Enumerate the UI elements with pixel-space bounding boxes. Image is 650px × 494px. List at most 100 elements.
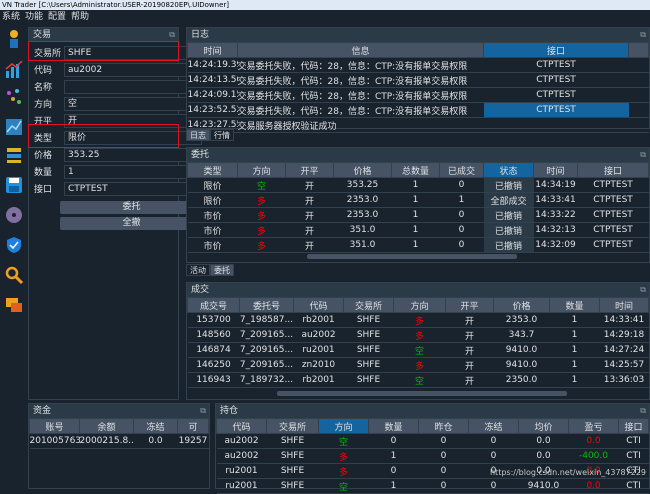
table-row[interactable]: au2002 SHFE 多 1 0 0 0.0 -400.0 CTI	[216, 448, 649, 464]
column-header[interactable]: 类型	[187, 162, 238, 178]
column-header[interactable]: 价格	[333, 162, 392, 178]
table-row[interactable]: au2002 SHFE 空 0 0 0 0.0 0.0 CTI	[216, 433, 649, 449]
table-row[interactable]: 14:24:13.505交易委托失败，代码：28，信息：CTP:没有报单交易权限…	[187, 72, 649, 88]
type-select[interactable]: 限价▼	[64, 131, 202, 145]
tab-log[interactable]: 日志	[186, 129, 210, 141]
table-cell: 0	[439, 177, 484, 193]
price-input[interactable]: 353.25	[64, 148, 202, 162]
column-header[interactable]: 总数量	[391, 162, 440, 178]
search-icon[interactable]	[4, 265, 24, 285]
send-order-button[interactable]: 委托	[60, 201, 203, 214]
column-header[interactable]: 开平	[445, 297, 494, 313]
column-header[interactable]: 委托号	[239, 297, 294, 313]
table-cell: au2002	[216, 448, 267, 464]
horizontal-scrollbar[interactable]	[307, 254, 517, 259]
table-cell: CTI	[618, 448, 649, 464]
table-cell: 1	[549, 327, 600, 343]
table-cell: 19257	[177, 433, 209, 449]
column-header[interactable]: 方向	[237, 162, 286, 178]
column-header[interactable]: 接口	[483, 42, 629, 58]
tab-market[interactable]: 行情	[210, 129, 234, 141]
column-header[interactable]: 可	[177, 418, 209, 434]
tab-active-orders[interactable]: 活动	[186, 264, 210, 276]
float-icon[interactable]: ⧉	[640, 404, 646, 418]
analysis-icon[interactable]	[4, 117, 24, 137]
table-cell: 1	[549, 357, 600, 373]
table-cell: 市价	[187, 222, 238, 238]
table-row[interactable]: ru2001 SHFE 空 1 0 0 9410.0 0.0 CTI	[216, 478, 649, 494]
column-header[interactable]: 数量	[549, 297, 600, 313]
menu-config[interactable]: 配置	[48, 12, 66, 22]
column-header[interactable]: 数量	[368, 418, 419, 434]
column-header[interactable]: 交易所	[266, 418, 319, 434]
column-header[interactable]: 成交号	[187, 297, 240, 313]
table-row[interactable]: 148560 7_209165... au2002 SHFE 多开 343.7 1 14:29…	[187, 327, 649, 343]
column-header[interactable]: 已成交	[439, 162, 484, 178]
column-header[interactable]: 状态	[483, 162, 534, 178]
float-icon[interactable]: ⧉	[640, 148, 646, 162]
column-header[interactable]: 昨仓	[418, 418, 469, 434]
table-row[interactable]: 116943 7_189732... rb2001 SHFE 空开 2350.0 1 13:3…	[187, 372, 649, 388]
table-row[interactable]: 146874 7_209165... ru2001 SHFE 空开 9410.0 1 14:2…	[187, 342, 649, 358]
menu-function[interactable]: 功能	[25, 12, 43, 22]
column-header[interactable]: 交易所	[343, 297, 394, 313]
column-header[interactable]: 接口	[577, 162, 649, 178]
volume-input[interactable]: 1	[64, 165, 202, 179]
gateway-select[interactable]: CTPTEST▼	[64, 182, 202, 196]
direction-select[interactable]: 空▼	[64, 97, 202, 111]
table-row[interactable]: 市价多开 351.0 1 0 已撤销 14:32:09 CTPTEST	[187, 237, 649, 253]
table-row[interactable]: 限价空开 353.25 1 0 已撤销 14:34:19 CTPTEST	[187, 177, 649, 193]
table-row[interactable]: 14:24:09.157交易委托失败，代码：28，信息：CTP:没有报单交易权限…	[187, 87, 649, 103]
float-icon[interactable]: ⧉	[169, 28, 175, 42]
chart-icon[interactable]	[4, 59, 24, 79]
trader-icon[interactable]	[4, 29, 24, 49]
column-header[interactable]: 开平	[285, 162, 334, 178]
column-header[interactable]: 代码	[293, 297, 344, 313]
save-icon[interactable]	[4, 175, 24, 195]
stack-icon[interactable]	[4, 145, 24, 165]
table-row[interactable]: 201005763 2000215.8... 0.0 19257	[29, 433, 209, 449]
table-row[interactable]: 14:23:52.528交易委托失败，代码：28，信息：CTP:没有报单交易权限…	[187, 102, 649, 118]
column-header[interactable]: 冻结	[133, 418, 178, 434]
menu-help[interactable]: 帮助	[71, 12, 89, 22]
column-header[interactable]: 方向	[318, 418, 369, 434]
order-table: 类型 方向 开平 价格 总数量 已成交 状态 时间 接口 限价空开 353.25 1 0 已撤销 14:3…	[187, 162, 649, 253]
float-icon[interactable]: ⧉	[640, 28, 646, 42]
table-row[interactable]: 14:23:27.550交易服务器授权验证成功	[187, 117, 649, 133]
column-header[interactable]: 余额	[79, 418, 134, 434]
column-header[interactable]	[628, 42, 649, 58]
column-header[interactable]: 冻结	[468, 418, 519, 434]
menu-system[interactable]: 系统	[2, 12, 20, 22]
table-row[interactable]: 限价多开 2353.0 1 1 全部成交 14:33:41 CTPTEST	[187, 192, 649, 208]
scatter-icon[interactable]	[4, 87, 24, 107]
column-header[interactable]: 均价	[518, 418, 569, 434]
offset-select[interactable]: 开▼	[64, 114, 202, 128]
shield-icon[interactable]	[4, 235, 24, 255]
table-row[interactable]: 146250 7_209165... zn2010 SHFE 多开 9410.0 1 14:2…	[187, 357, 649, 373]
tab-all-orders[interactable]: 委托	[210, 264, 234, 276]
column-header[interactable]: 方向	[393, 297, 446, 313]
float-icon[interactable]: ⧉	[200, 404, 206, 418]
column-header[interactable]: 接口	[618, 418, 649, 434]
code-input[interactable]: au2002	[64, 63, 202, 77]
column-header[interactable]: 时间	[187, 42, 238, 58]
column-header[interactable]: 时间	[533, 162, 578, 178]
column-header[interactable]: 信息	[237, 42, 484, 58]
horizontal-scrollbar[interactable]	[277, 391, 567, 396]
chat-icon[interactable]	[4, 295, 24, 315]
name-input[interactable]	[64, 80, 202, 94]
column-header[interactable]: 价格	[493, 297, 550, 313]
table-row[interactable]: 市价多开 2353.0 1 0 已撤销 14:33:22 CTPTEST	[187, 207, 649, 223]
float-icon[interactable]: ⧉	[640, 283, 646, 297]
exchange-select[interactable]: SHFE▼	[64, 46, 202, 60]
column-header[interactable]: 代码	[216, 418, 267, 434]
table-row[interactable]: 153700 7_198587... rb2001 SHFE 多开 2353.0 1 14:3…	[187, 312, 649, 328]
table-row[interactable]: 市价多开 351.0 1 0 已撤销 14:32:13 CTPTEST	[187, 222, 649, 238]
table-cell	[628, 117, 649, 133]
column-header[interactable]: 盈亏	[568, 418, 619, 434]
table-row[interactable]: 14:24:19.398交易委托失败，代码：28，信息：CTP:没有报单交易权限…	[187, 57, 649, 73]
disk-icon[interactable]	[4, 205, 24, 225]
column-header[interactable]: 账号	[29, 418, 80, 434]
cancel-all-button[interactable]: 全撤	[60, 217, 203, 230]
column-header[interactable]: 时间	[599, 297, 649, 313]
